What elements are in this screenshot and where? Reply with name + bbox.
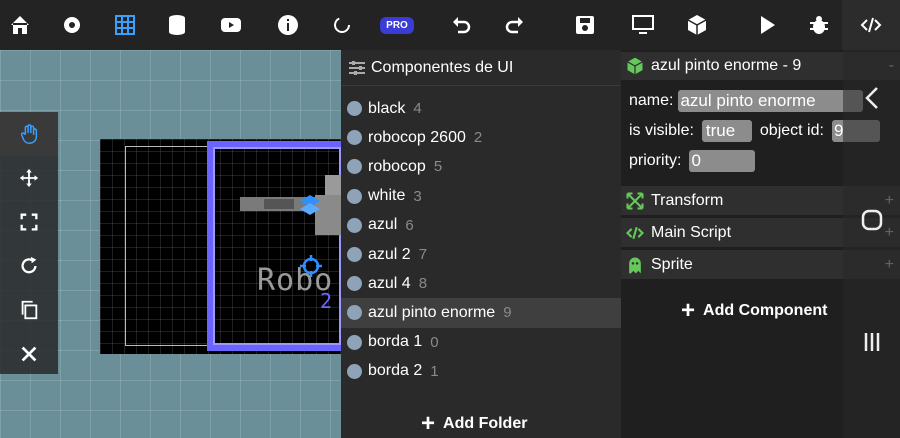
list-item[interactable]: azul 27 [341, 240, 621, 269]
list-item[interactable]: white 3 [341, 182, 621, 211]
code-icon[interactable] [842, 0, 900, 50]
fullscreen-icon[interactable] [0, 200, 58, 244]
home-icon[interactable] [0, 0, 40, 50]
save-icon[interactable] [565, 0, 605, 50]
hierarchy-title: Componentes de UI [371, 58, 514, 76]
list-item[interactable]: robocop 2600 2 [341, 123, 621, 152]
ghost-icon [629, 257, 641, 273]
code-icon [626, 226, 644, 239]
cube-icon[interactable] [677, 0, 717, 50]
hand-icon[interactable] [0, 112, 58, 156]
name-field[interactable]: azul pinto enorme [678, 90, 864, 112]
add-folder-button[interactable]: + Add Folder [421, 410, 527, 438]
priority-field[interactable]: 0 [689, 150, 756, 172]
object-dot-icon [347, 217, 362, 233]
add-component-button[interactable]: + Add Component [681, 297, 827, 325]
pro-badge[interactable]: PRO [377, 0, 417, 50]
priority-row: priority: 0 [629, 150, 756, 172]
top-toolbar: PRO [0, 0, 900, 50]
object-dot-icon [347, 101, 362, 117]
hierarchy-header: Componentes de UI [341, 50, 621, 86]
youtube-icon[interactable] [211, 0, 251, 50]
name-row: name: azul pinto enorme [629, 90, 864, 112]
list-item[interactable]: borda 10 [341, 328, 621, 357]
list-item-selected[interactable]: azul pinto enorme 9 [341, 298, 621, 328]
close-icon[interactable] [0, 332, 58, 376]
sprite-number: 2 [320, 289, 333, 313]
bug-icon[interactable] [799, 0, 839, 50]
list-item[interactable]: robocop 5 [341, 152, 621, 181]
plus-icon: + [421, 410, 436, 437]
object-id-label: object id: [759, 122, 824, 139]
hierarchy-list: black 4 robocop 2600 2 robocop 5 white 3 azu… [341, 94, 621, 386]
database-icon[interactable] [157, 0, 197, 50]
scene-canvas[interactable]: Robo 2 [0, 50, 341, 438]
object-dot-icon [347, 334, 362, 350]
plus-icon: + [681, 297, 696, 324]
gear-icon[interactable] [52, 0, 92, 50]
inspector-title: azul pinto enorme - 9 [651, 57, 802, 74]
object-dot-icon [347, 159, 362, 175]
recent-apps-icon[interactable] [843, 322, 900, 362]
cube-icon [627, 57, 643, 75]
visible-field[interactable]: true [701, 120, 752, 142]
scene-view[interactable]: Robo 2 [100, 139, 341, 354]
object-dot-icon [347, 305, 362, 321]
list-item[interactable]: borda 21 [341, 357, 621, 386]
info-icon[interactable] [268, 0, 308, 50]
object-dot-icon [347, 247, 362, 263]
redo-icon[interactable] [495, 0, 535, 50]
left-toolbar [0, 112, 58, 374]
object-dot-icon [347, 276, 362, 292]
refresh-icon[interactable] [322, 0, 362, 50]
sliders-icon [349, 60, 365, 75]
play-icon[interactable] [747, 0, 787, 50]
selection-box[interactable] [207, 141, 341, 351]
system-nav-bar [843, 50, 900, 438]
robocop-sprite[interactable] [240, 175, 341, 235]
object-dot-icon [347, 130, 362, 146]
monitor-icon[interactable] [623, 0, 663, 50]
undo-icon[interactable] [441, 0, 481, 50]
grid-icon[interactable] [105, 0, 145, 50]
back-nav-icon[interactable] [843, 78, 900, 118]
name-label: name: [629, 92, 674, 109]
hierarchy-panel: Componentes de UI black 4 robocop 2600 2 r… [341, 50, 621, 438]
list-item[interactable]: azul 6 [341, 211, 621, 240]
priority-label: priority: [629, 152, 682, 169]
rotate-icon[interactable] [0, 244, 58, 288]
transform-icon [626, 191, 644, 210]
list-item[interactable]: black 4 [341, 94, 621, 123]
copy-icon[interactable] [0, 288, 58, 332]
visible-label: is visible: [629, 122, 694, 139]
object-dot-icon [347, 188, 362, 204]
home-nav-icon[interactable] [843, 200, 900, 240]
list-item[interactable]: azul 48 [341, 269, 621, 298]
object-dot-icon [347, 363, 362, 379]
move-icon[interactable] [0, 156, 58, 200]
